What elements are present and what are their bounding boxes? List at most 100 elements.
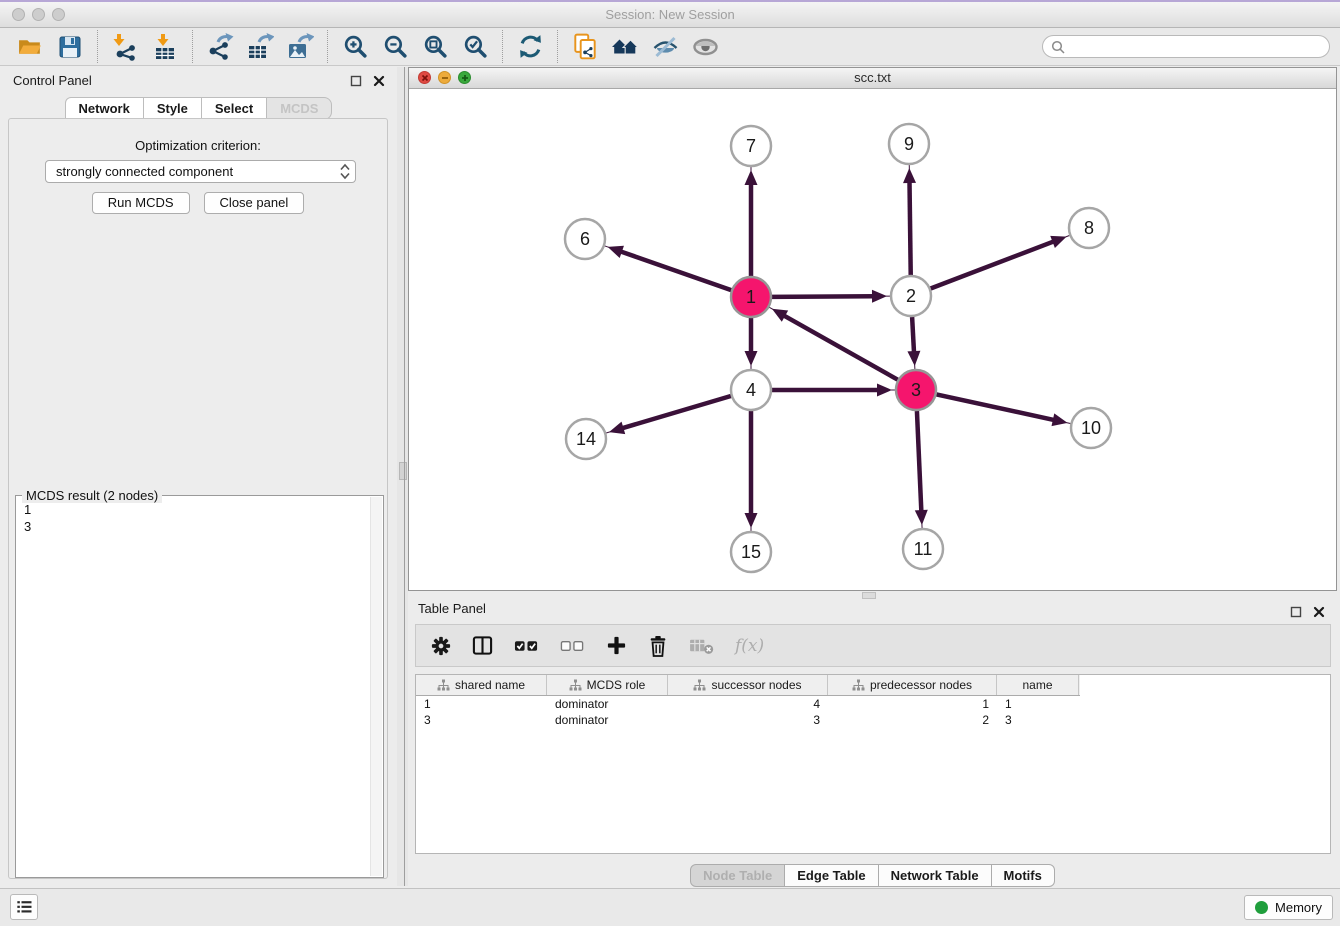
save-session-icon[interactable] bbox=[52, 31, 88, 63]
table-cell[interactable]: 3 bbox=[668, 713, 828, 727]
vertical-splitter[interactable] bbox=[397, 67, 408, 886]
close-panel-icon[interactable] bbox=[373, 75, 385, 87]
graph-edge-1-2[interactable] bbox=[772, 290, 890, 303]
svg-text:3: 3 bbox=[911, 380, 921, 400]
table-cell[interactable]: 3 bbox=[997, 713, 1079, 727]
graph-node-14[interactable]: 14 bbox=[566, 419, 606, 459]
import-table-icon[interactable] bbox=[147, 31, 183, 63]
add-column-icon[interactable] bbox=[606, 635, 627, 656]
graph-node-9[interactable]: 9 bbox=[889, 124, 929, 164]
column-header-successor-nodes[interactable]: successor nodes bbox=[668, 675, 828, 695]
table-cell[interactable]: dominator bbox=[547, 697, 668, 711]
search-box[interactable] bbox=[1042, 35, 1330, 58]
graph-edge-3-10[interactable] bbox=[937, 394, 1071, 426]
column-header-mcds-role[interactable]: MCDS role bbox=[547, 675, 668, 695]
search-input[interactable] bbox=[1070, 37, 1329, 57]
main-toolbar bbox=[0, 28, 1340, 66]
graph-edge-1-6[interactable] bbox=[605, 246, 731, 290]
show-all-eye-icon[interactable] bbox=[687, 31, 723, 63]
graph-edge-3-11[interactable] bbox=[915, 411, 928, 528]
horizontal-splitter[interactable] bbox=[408, 591, 1337, 598]
memory-button[interactable]: Memory bbox=[1244, 895, 1333, 920]
graph-node-2[interactable]: 2 bbox=[891, 276, 931, 316]
export-table-icon[interactable] bbox=[242, 31, 278, 63]
graph-node-10[interactable]: 10 bbox=[1071, 408, 1111, 448]
graph-node-11[interactable]: 11 bbox=[903, 529, 943, 569]
clear-checkboxes-icon[interactable] bbox=[560, 639, 585, 653]
table-row[interactable]: 1dominator411 bbox=[416, 696, 1330, 712]
optimization-criterion-select[interactable]: strongly connected component bbox=[45, 160, 356, 183]
tab-style[interactable]: Style bbox=[144, 97, 202, 120]
zoom-in-icon[interactable] bbox=[337, 31, 373, 63]
tab-edge-table[interactable]: Edge Table bbox=[785, 864, 878, 887]
tab-node-table[interactable]: Node Table bbox=[690, 864, 785, 887]
table-cell[interactable]: 3 bbox=[416, 713, 547, 727]
table-cell[interactable]: 4 bbox=[668, 697, 828, 711]
graph-node-6[interactable]: 6 bbox=[565, 219, 605, 259]
result-scrollbar[interactable] bbox=[370, 497, 382, 876]
import-network-icon[interactable] bbox=[107, 31, 143, 63]
tab-select[interactable]: Select bbox=[202, 97, 267, 120]
graph-edge-1-4[interactable] bbox=[745, 318, 758, 369]
graph-node-1[interactable]: 1 bbox=[731, 277, 771, 317]
graph-node-15[interactable]: 15 bbox=[731, 532, 771, 572]
network-maximize-button[interactable] bbox=[458, 71, 471, 84]
maximize-window-button[interactable] bbox=[52, 8, 65, 21]
mcds-result-text[interactable]: 13 bbox=[16, 496, 371, 877]
copy-current-view-icon[interactable] bbox=[567, 31, 603, 63]
split-columns-icon[interactable] bbox=[472, 635, 493, 656]
graph-node-4[interactable]: 4 bbox=[731, 370, 771, 410]
graph-edge-2-9[interactable] bbox=[903, 165, 916, 275]
run-mcds-button[interactable]: Run MCDS bbox=[92, 192, 190, 214]
export-network-icon[interactable] bbox=[202, 31, 238, 63]
hide-others-eye-icon[interactable] bbox=[647, 31, 683, 63]
graph-node-8[interactable]: 8 bbox=[1069, 208, 1109, 248]
table-cell[interactable]: dominator bbox=[547, 713, 668, 727]
graph-edge-2-3[interactable] bbox=[907, 317, 920, 369]
zoom-out-icon[interactable] bbox=[377, 31, 413, 63]
delete-column-trash-icon[interactable] bbox=[648, 635, 668, 657]
float-panel-icon[interactable] bbox=[1290, 606, 1302, 618]
graph-edge-4-3[interactable] bbox=[772, 384, 895, 397]
minimize-window-button[interactable] bbox=[32, 8, 45, 21]
graph-edge-4-15[interactable] bbox=[745, 411, 758, 531]
close-panel-button[interactable]: Close panel bbox=[204, 192, 305, 214]
select-all-checkboxes-icon[interactable] bbox=[514, 639, 539, 653]
graph-edge-3-1[interactable] bbox=[769, 307, 897, 379]
graph-edge-2-8[interactable] bbox=[931, 235, 1070, 288]
graph-edge-4-14[interactable] bbox=[606, 396, 731, 434]
table-cell[interactable]: 2 bbox=[828, 713, 997, 727]
network-minimize-button[interactable] bbox=[438, 71, 451, 84]
column-header-predecessor-nodes[interactable]: predecessor nodes bbox=[828, 675, 997, 695]
tab-motifs[interactable]: Motifs bbox=[992, 864, 1055, 887]
graph-canvas[interactable]: 7 9 6 8 1 2 4 3 14 10 15 11 bbox=[409, 89, 1336, 590]
column-header-name[interactable]: name bbox=[997, 675, 1079, 695]
splitter-thumb[interactable] bbox=[399, 462, 407, 480]
delete-table-icon-disabled bbox=[689, 636, 714, 655]
table-cell[interactable]: 1 bbox=[416, 697, 547, 711]
optimization-criterion-label: Optimization criterion: bbox=[9, 138, 387, 153]
graph-node-7[interactable]: 7 bbox=[731, 126, 771, 166]
home-icon[interactable] bbox=[607, 31, 643, 63]
graph-edge-1-7[interactable] bbox=[745, 167, 758, 276]
graph-node-3[interactable]: 3 bbox=[896, 370, 936, 410]
table-row[interactable]: 3dominator323 bbox=[416, 712, 1330, 728]
column-header-shared-name[interactable]: shared name bbox=[416, 675, 547, 695]
network-close-button[interactable] bbox=[418, 71, 431, 84]
table-cell[interactable]: 1 bbox=[828, 697, 997, 711]
close-panel-icon[interactable] bbox=[1313, 606, 1325, 618]
close-window-button[interactable] bbox=[12, 8, 25, 21]
task-history-button[interactable] bbox=[10, 894, 38, 920]
zoom-fit-icon[interactable] bbox=[417, 31, 453, 63]
table-settings-gear-icon[interactable] bbox=[431, 636, 451, 656]
tab-network[interactable]: Network bbox=[65, 97, 144, 120]
open-session-icon[interactable] bbox=[12, 31, 48, 63]
tab-network-table[interactable]: Network Table bbox=[879, 864, 992, 887]
zoom-selected-icon[interactable] bbox=[457, 31, 493, 63]
svg-text:14: 14 bbox=[576, 429, 596, 449]
float-panel-icon[interactable] bbox=[350, 75, 362, 87]
export-image-icon[interactable] bbox=[282, 31, 318, 63]
table-cell[interactable]: 1 bbox=[997, 697, 1079, 711]
refresh-icon[interactable] bbox=[512, 31, 548, 63]
tab-mcds[interactable]: MCDS bbox=[267, 97, 332, 120]
